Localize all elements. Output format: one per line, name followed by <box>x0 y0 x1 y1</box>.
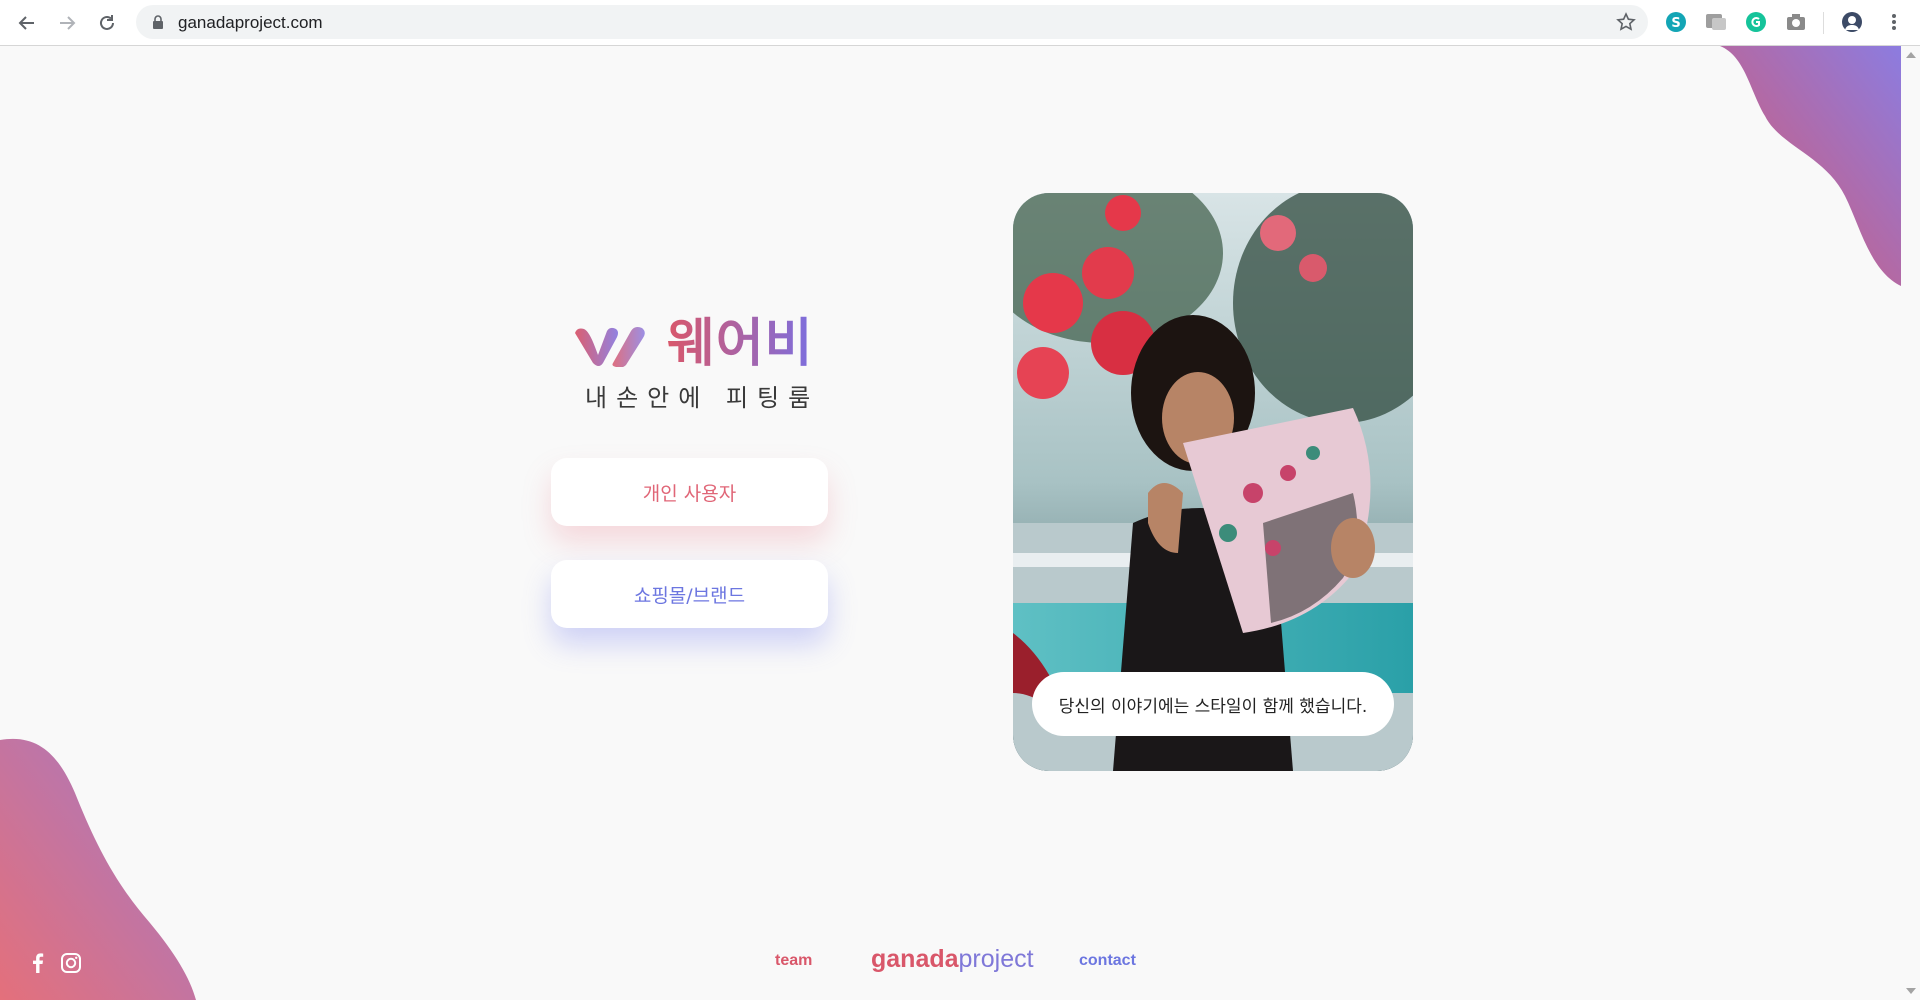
hero-caption-pill: 당신의 이야기에는 스타일이 함께 했습니다. <box>1032 672 1394 736</box>
skype-icon[interactable]: S <box>1665 11 1687 33</box>
instagram-icon[interactable] <box>60 952 82 974</box>
back-arrow-icon[interactable] <box>14 10 40 36</box>
toolbar-divider <box>1823 12 1824 34</box>
brand-logo-mark <box>575 327 645 367</box>
footer-contact-link[interactable]: contact <box>1079 952 1136 970</box>
svg-text:S: S <box>1671 16 1680 31</box>
reload-icon[interactable] <box>94 10 120 36</box>
bookmark-star-icon[interactable] <box>1616 12 1636 32</box>
url-text: ganadaproject.com <box>178 13 323 32</box>
footer-team-link[interactable]: team <box>775 952 812 970</box>
page-scrollbar[interactable] <box>1901 46 1920 1000</box>
facebook-icon[interactable] <box>27 952 49 974</box>
camera-icon[interactable] <box>1785 11 1807 33</box>
translate-icon[interactable] <box>1705 11 1727 33</box>
scroll-up-arrow-icon[interactable] <box>1906 52 1916 58</box>
top-right-gradient-blob <box>1720 46 1901 286</box>
kebab-menu-icon[interactable] <box>1883 11 1905 33</box>
brand-tagline: 내손안에 피팅룸 <box>585 384 820 412</box>
browser-toolbar: ganadaproject.com S <box>0 0 1920 46</box>
lock-icon <box>153 15 163 29</box>
shopping-mall-brand-button[interactable]: 쇼핑몰/브랜드 <box>551 560 828 628</box>
footer-logo-part2: project <box>958 945 1034 973</box>
grammarly-icon[interactable] <box>1745 11 1767 33</box>
profile-avatar-icon[interactable] <box>1841 11 1863 33</box>
footer-logo[interactable]: ganadaproject <box>871 945 1034 974</box>
brand-name: 웨어비 <box>667 314 814 374</box>
footer-logo-part1: ganada <box>871 945 959 973</box>
scroll-down-arrow-icon[interactable] <box>1906 988 1916 994</box>
personal-user-button[interactable]: 개인 사용자 <box>551 458 828 526</box>
address-bar[interactable]: ganadaproject.com <box>136 5 1648 39</box>
forward-arrow-icon[interactable] <box>54 10 80 36</box>
